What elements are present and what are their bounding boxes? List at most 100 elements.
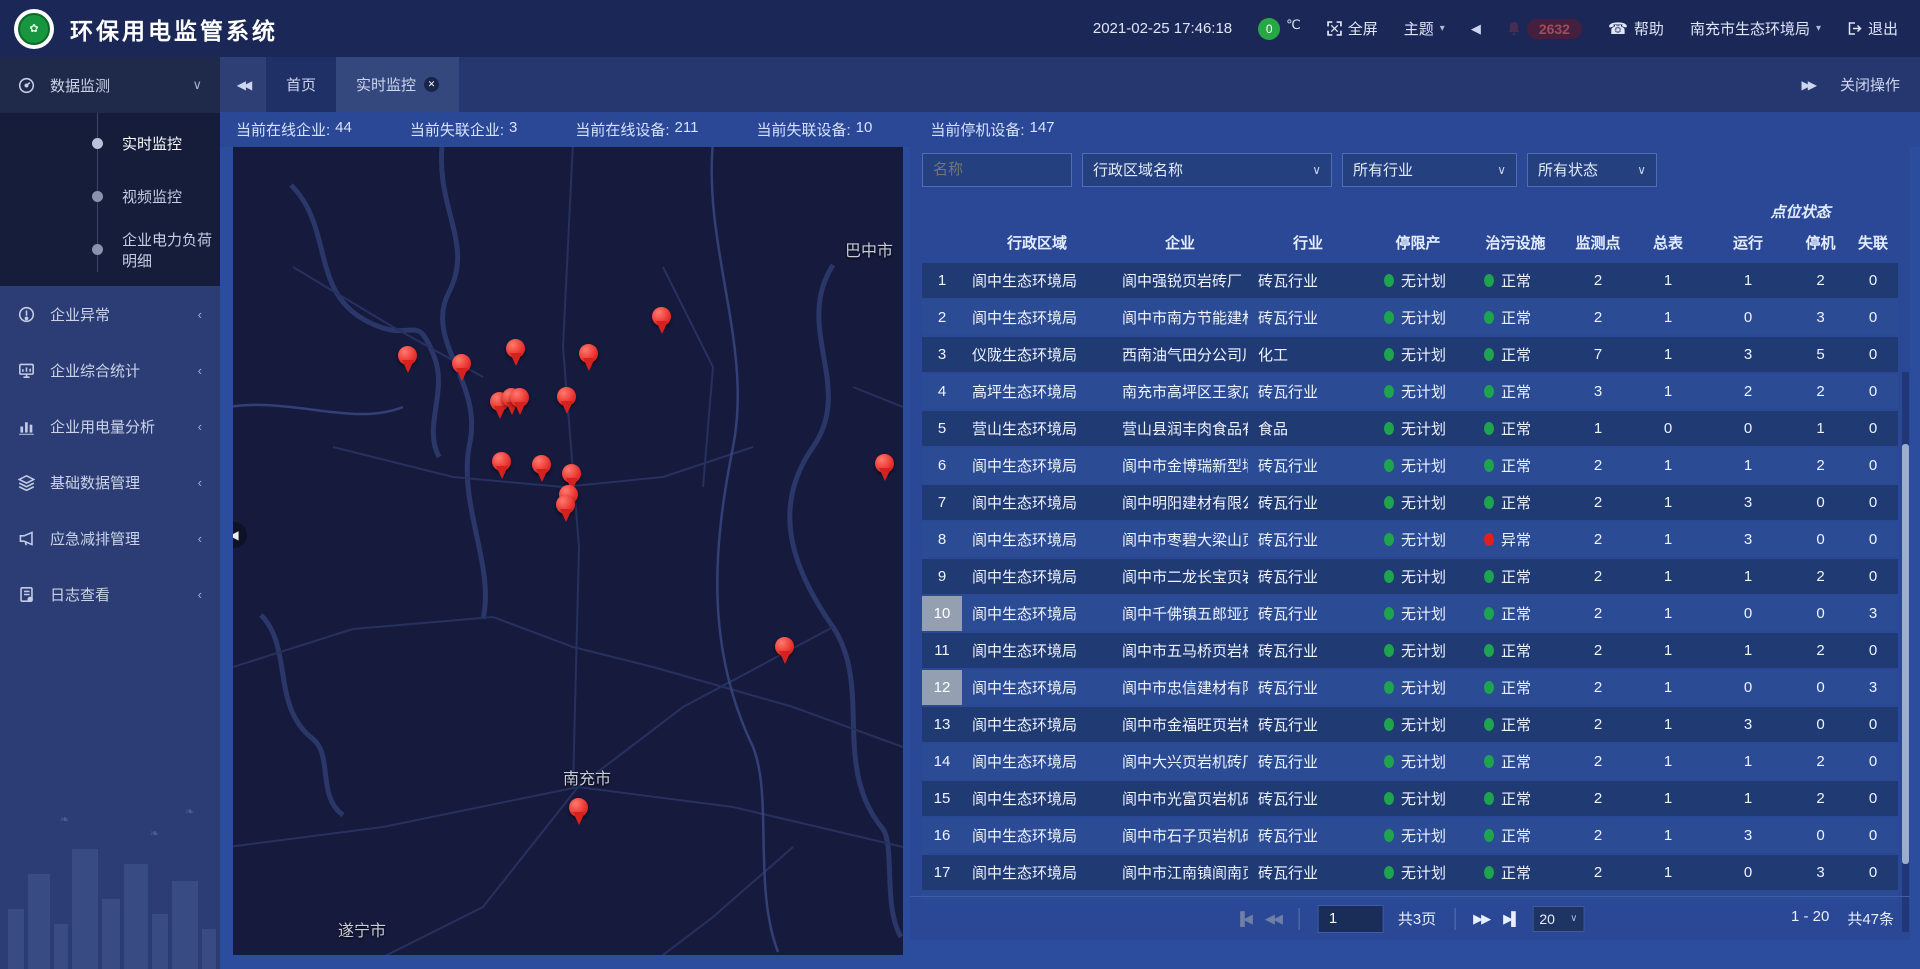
name-filter-input[interactable] — [933, 161, 1061, 178]
close-tab-icon[interactable]: ✕ — [424, 77, 439, 92]
table-row[interactable]: 1阆中生态环境局阆中强锐页岩砖厂砖瓦行业无计划正常21120 — [922, 263, 1898, 298]
theme-dropdown[interactable]: 主题 ▾ — [1404, 18, 1445, 39]
cell-region: 阆中生态环境局 — [962, 751, 1112, 772]
status-dot-green-icon — [1384, 644, 1394, 657]
cell-meter: 1 — [1633, 753, 1703, 770]
table-row[interactable]: 12阆中生态环境局阆中市忠信建材有限公砖瓦行业无计划正常21003 — [922, 670, 1898, 705]
table-row[interactable]: 10阆中生态环境局阆中千佛镇五郎垭页岩砖瓦行业无计划正常21003 — [922, 596, 1898, 631]
table-row[interactable]: 3仪陇生态环境局西南油气田分公司川中化工无计划正常71350 — [922, 337, 1898, 372]
help-button[interactable]: ☎ 帮助 — [1608, 18, 1664, 39]
page-number-input[interactable]: 1 — [1318, 905, 1384, 933]
table-row[interactable]: 16阆中生态环境局阆中市石子页岩机砖厂砖瓦行业无计划正常21300 — [922, 818, 1898, 853]
fullscreen-button[interactable]: 全屏 — [1327, 18, 1378, 39]
column-meter: 总表 — [1633, 232, 1703, 253]
status-dot-green-icon — [1384, 422, 1394, 435]
cell-monitor: 2 — [1563, 568, 1633, 585]
sound-toggle-button[interactable]: ◀ — [1471, 21, 1481, 37]
table-row[interactable]: 8阆中生态环境局阆中市枣碧大梁山页岩砖瓦行业无计划异常21300 — [922, 522, 1898, 557]
column-monitor: 监测点 — [1563, 232, 1633, 253]
table-row[interactable]: 9阆中生态环境局阆中市二龙长宝页岩砖砖瓦行业无计划正常21120 — [922, 559, 1898, 594]
table-row[interactable]: 6阆中生态环境局阆中市金博瑞新型墙材砖瓦行业无计划正常21120 — [922, 448, 1898, 483]
industry-filter-select[interactable]: 所有行业 ∨ — [1342, 153, 1517, 187]
cell-lost: 0 — [1848, 864, 1898, 881]
close-operations-button[interactable]: 关闭操作 — [1840, 74, 1900, 95]
pin-tip-icon — [583, 358, 595, 371]
tab-home[interactable]: 首页 — [266, 57, 336, 112]
table-row[interactable]: 17阆中生态环境局阆中市江南镇阆南页岩砖瓦行业无计划正常21030 — [922, 855, 1898, 890]
status-dot-red-icon — [1484, 533, 1494, 546]
table-row[interactable]: 7阆中生态环境局阆中明阳建材有限公司砖瓦行业无计划正常21300 — [922, 485, 1898, 520]
table-row[interactable]: 11阆中生态环境局阆中市五马桥页岩机砖砖瓦行业无计划正常21120 — [922, 633, 1898, 668]
first-page-button[interactable]: ▐◀ — [1236, 911, 1251, 927]
cell-meter: 1 — [1633, 679, 1703, 696]
map-company-pin[interactable] — [652, 307, 672, 337]
table-row[interactable]: 4高坪生态环境局南充市高坪区王家店建砖瓦行业无计划正常31220 — [922, 374, 1898, 409]
map-company-pin[interactable] — [398, 346, 418, 376]
table-row[interactable]: 14阆中生态环境局阆中大兴页岩机砖厂砖瓦行业无计划正常21120 — [922, 744, 1898, 779]
cell-lost: 0 — [1848, 827, 1898, 844]
table-row[interactable]: 15阆中生态环境局阆中市光富页岩机砖厂砖瓦行业无计划正常21120 — [922, 781, 1898, 816]
cell-stop: 无计划 — [1368, 677, 1468, 698]
status-dot-green-icon — [1484, 311, 1494, 324]
map-company-pin[interactable] — [532, 455, 552, 485]
sidebar-item-emergency-reduction[interactable]: 应急减排管理 ‹ — [0, 510, 220, 566]
sidebar-item-video-monitor[interactable]: 视频监控 — [0, 170, 220, 223]
sidebar-item-power-analysis[interactable]: 企业用电量分析 ‹ — [0, 398, 220, 454]
cell-stop: 无计划 — [1368, 825, 1468, 846]
tab-realtime-monitor[interactable]: 实时监控 ✕ — [336, 57, 459, 112]
region-filter-select[interactable]: 行政区域名称 ∨ — [1082, 153, 1332, 187]
column-halt: 停机 — [1793, 232, 1848, 253]
next-page-button[interactable]: ▶▶ — [1473, 911, 1489, 927]
bell-icon — [1507, 21, 1521, 36]
map-panel[interactable]: ◀ 巴中市南充市遂宁市 — [233, 147, 903, 955]
map-company-pin[interactable] — [506, 339, 526, 369]
row-number: 11 — [922, 642, 962, 659]
sidebar-item-realtime-monitor[interactable]: 实时监控 — [0, 117, 220, 170]
scroll-tabs-left-button[interactable]: ◀◀ — [220, 57, 266, 112]
name-filter-field[interactable] — [922, 153, 1072, 187]
page-size-select[interactable]: 20 ∨ — [1532, 906, 1584, 932]
cell-facility: 正常 — [1468, 677, 1563, 698]
filter-bar: 行政区域名称 ∨ 所有行业 ∨ 所有状态 ∨ — [910, 147, 1910, 189]
cell-region: 仪陇生态环境局 — [962, 344, 1112, 365]
status-dot-green-icon — [1484, 570, 1494, 583]
cell-monitor: 2 — [1563, 716, 1633, 733]
row-number: 3 — [922, 346, 962, 363]
sidebar-item-power-load-detail[interactable]: 企业电力负荷明细 — [0, 223, 220, 276]
map-company-pin[interactable] — [557, 387, 577, 417]
sidebar-item-company-abnormal[interactable]: 企业异常 ‹ — [0, 286, 220, 342]
table-row[interactable]: 5营山生态环境局营山县润丰肉食品有限食品无计划正常10010 — [922, 411, 1898, 446]
cell-run: 3 — [1703, 531, 1793, 548]
sidebar-item-company-statistics[interactable]: 企业综合统计 ‹ — [0, 342, 220, 398]
table-row[interactable]: 13阆中生态环境局阆中市金福旺页岩机砖砖瓦行业无计划正常21300 — [922, 707, 1898, 742]
status-dot-green-icon — [1484, 718, 1494, 731]
map-company-pin[interactable] — [556, 495, 576, 525]
cell-halt: 2 — [1793, 383, 1848, 400]
prev-page-button[interactable]: ◀◀ — [1265, 911, 1281, 927]
sidebar-item-data-monitor[interactable]: 数据监测 ∨ — [0, 57, 220, 113]
scroll-tabs-right-button[interactable]: ▶▶ — [1802, 78, 1814, 92]
org-dropdown[interactable]: 南充市生态环境局 ▾ — [1690, 18, 1821, 39]
table-row[interactable]: 2阆中生态环境局阆中市南方节能建材有砖瓦行业无计划正常21030 — [922, 300, 1898, 335]
map-company-pin[interactable] — [775, 637, 795, 667]
notifications[interactable]: 2632 — [1507, 19, 1582, 39]
map-company-pin[interactable] — [510, 388, 530, 418]
sidebar-item-log-view[interactable]: 日志查看 ‹ — [0, 566, 220, 622]
map-roads-decoration — [233, 147, 903, 955]
status-filter-select[interactable]: 所有状态 ∨ — [1527, 153, 1657, 187]
logout-button[interactable]: 退出 — [1847, 18, 1898, 39]
sidebar-item-base-data[interactable]: 基础数据管理 ‹ — [0, 454, 220, 510]
map-company-pin[interactable] — [492, 452, 512, 482]
map-company-pin[interactable] — [875, 454, 895, 484]
cell-run: 3 — [1703, 827, 1793, 844]
map-company-pin[interactable] — [452, 354, 472, 384]
scrollbar-thumb[interactable] — [1902, 444, 1909, 864]
cell-region: 高坪生态环境局 — [962, 381, 1112, 402]
map-company-pin[interactable] — [579, 344, 599, 374]
map-company-pin[interactable] — [569, 798, 589, 828]
cell-meter: 1 — [1633, 272, 1703, 289]
last-page-button[interactable]: ▶▌ — [1503, 911, 1518, 927]
cell-stop: 无计划 — [1368, 455, 1468, 476]
cell-company: 阆中市忠信建材有限公 — [1112, 677, 1248, 698]
cell-meter: 1 — [1633, 309, 1703, 326]
